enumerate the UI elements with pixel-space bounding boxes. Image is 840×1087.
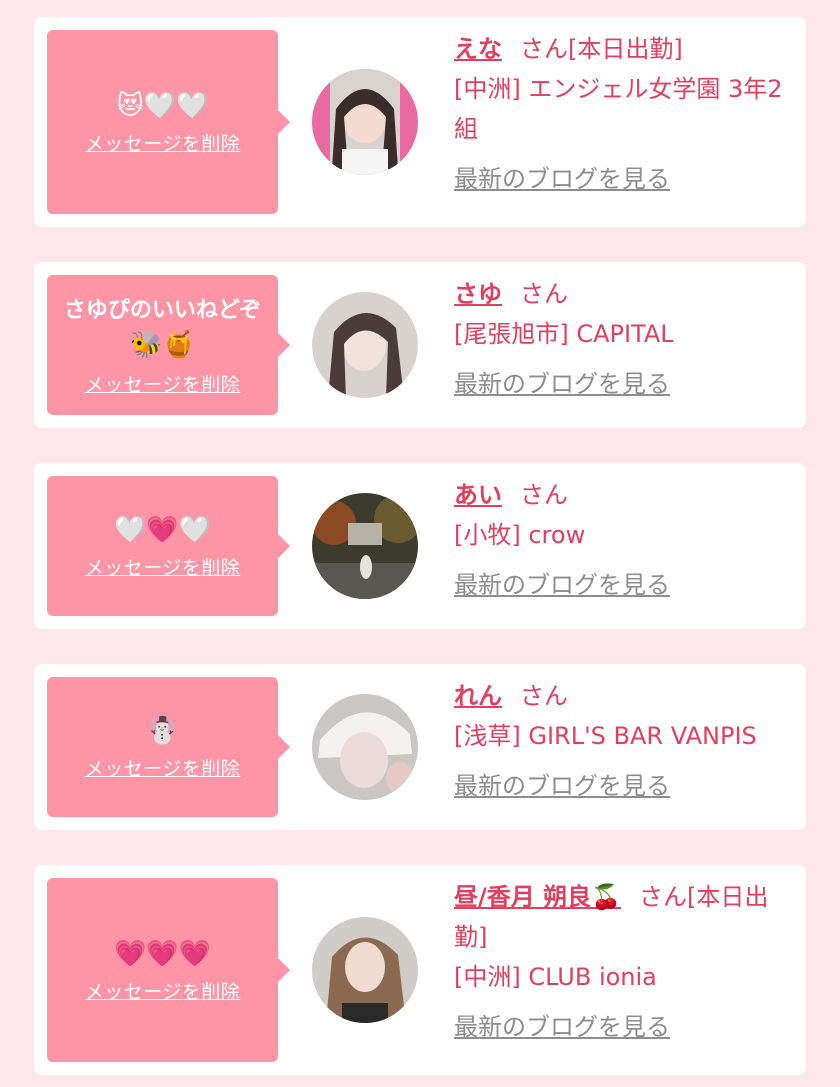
shop-name: [尾張旭市] CAPITAL [454,320,674,348]
cast-info: れん さん [浅草] GIRL'S BAR VANPIS 最新のブログを見る [454,676,799,806]
delete-message-link[interactable]: メッセージを削除 [85,129,241,156]
latest-blog-link[interactable]: 最新のブログを見る [454,766,799,806]
message-text-body: さゆぴのいいねどぞ [63,297,262,323]
honorific-text: さん [520,481,568,509]
message-bubble: ☃️ メッセージを削除 [47,677,290,817]
message-emoji: 🐝🍯 [130,329,195,360]
cast-info: えな さん[本日出勤] [中洲] エンジェル女学園 3年2組 最新のブログを見る [454,29,799,199]
avatar[interactable] [312,69,418,175]
cast-name-link[interactable]: さゆ [454,280,502,308]
cast-name-link[interactable]: 昼/香月 朔良🍒 [454,883,621,911]
message-bubble: 🤍💗🤍 メッセージを削除 [47,476,290,616]
honorific-text: さん [520,280,568,308]
delete-message-link[interactable]: メッセージを削除 [85,370,241,397]
delete-message-link[interactable]: メッセージを削除 [85,553,241,580]
message-bubble: 💗💗💗 メッセージを削除 [47,878,290,1062]
latest-blog-link[interactable]: 最新のブログを見る [454,565,799,605]
delete-message-link[interactable]: メッセージを削除 [85,977,241,1004]
favorite-card: 💗💗💗 メッセージを削除 昼/香月 朔良🍒 さん[本日出勤] [中洲] CLUB … [34,865,806,1075]
shop-name: [中洲] CLUB ionia [454,963,657,991]
latest-blog-link[interactable]: 最新のブログを見る [454,159,799,199]
favorite-card: ☃️ メッセージを削除 れん さん [浅草] GIRL'S BAR VANPIS … [34,664,806,830]
cast-name-link[interactable]: れん [454,682,502,710]
message-text: 🤍💗🤍 [113,514,212,545]
honorific-text: さん [520,682,568,710]
avatar[interactable] [312,917,418,1023]
avatar[interactable] [312,493,418,599]
latest-blog-link[interactable]: 最新のブログを見る [454,364,799,404]
cast-name-link[interactable]: えな [454,35,502,63]
message-text: さゆぴのいいねどぞ 🐝🍯 [47,294,278,364]
shop-name: [中洲] エンジェル女学園 3年2組 [454,75,783,143]
cast-name-link[interactable]: あい [454,481,502,509]
cast-info: さゆ さん [尾張旭市] CAPITAL 最新のブログを見る [454,274,799,404]
favorite-card: さゆぴのいいねどぞ 🐝🍯 メッセージを削除 さゆ さん [尾張旭市] CAPITAL… [34,262,806,428]
avatar[interactable] [312,292,418,398]
cast-info: あい さん [小牧] crow 最新のブログを見る [454,475,799,605]
message-bubble: 😻🤍🤍 メッセージを削除 [47,30,290,214]
message-text: 😻🤍🤍 [116,90,209,121]
message-text: ☃️ [146,715,179,746]
avatar[interactable] [312,694,418,800]
message-bubble: さゆぴのいいねどぞ 🐝🍯 メッセージを削除 [47,275,290,415]
shop-name: [浅草] GIRL'S BAR VANPIS [454,722,757,750]
latest-blog-link[interactable]: 最新のブログを見る [454,1007,799,1047]
favorite-card: 😻🤍🤍 メッセージを削除 えな さん[本日出勤] [中洲] エンジェル女学園 3年… [34,17,806,227]
delete-message-link[interactable]: メッセージを削除 [85,754,241,781]
message-text: 💗💗💗 [113,938,212,969]
shop-name: [小牧] crow [454,521,586,549]
honorific-text: さん[本日出勤] [520,35,683,63]
cast-info: 昼/香月 朔良🍒 さん[本日出勤] [中洲] CLUB ionia 最新のブログを… [454,877,799,1047]
favorite-card: 🤍💗🤍 メッセージを削除 あい さん [小牧] crow 最新のブログを見る [34,463,806,629]
